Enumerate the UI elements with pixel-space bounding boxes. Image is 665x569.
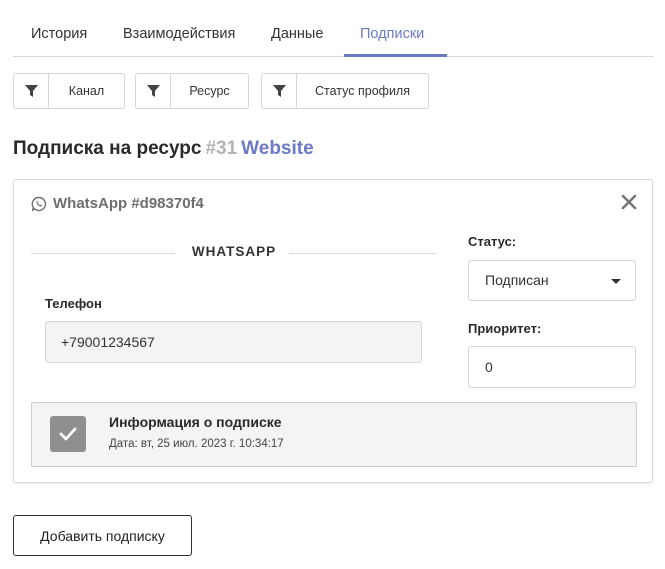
filter-resource-button[interactable]: Ресурс	[135, 73, 249, 109]
page-title-text: Подписка на ресурс	[13, 138, 202, 159]
filter-channel-label: Канал	[68, 84, 105, 98]
section-title: WHATSAPP	[191, 244, 277, 259]
page-title: Подписка на ресурс #31 Website	[13, 138, 314, 160]
filter-resource-label: Ресурс	[189, 84, 230, 98]
caret-down-icon	[611, 279, 621, 284]
resource-number: #31	[205, 138, 238, 159]
phone-label: Телефон	[45, 296, 102, 311]
tab-bar: История Взаимодействия Данные Подписки	[13, 14, 654, 57]
resource-link[interactable]: Website	[241, 138, 314, 159]
filter-icon	[262, 74, 297, 108]
filter-profile-status-label: Статус профиля	[315, 84, 410, 98]
priority-field[interactable]: 0	[468, 346, 636, 388]
divider-line-right	[289, 253, 437, 254]
active-tab-indicator	[344, 54, 447, 57]
info-title: Информация о подписке	[109, 414, 282, 430]
subscription-card: WhatsApp #d98370f4 WHATSAPP Телефон +790…	[13, 179, 653, 483]
tab-history[interactable]: История	[31, 26, 87, 42]
info-date: Дата: вт, 25 июл. 2023 г. 10:34:17	[109, 438, 284, 450]
subscription-info-box: Информация о подписке Дата: вт, 25 июл. …	[31, 402, 637, 467]
status-label: Статус:	[468, 234, 517, 249]
subscription-title: WhatsApp #d98370f4	[53, 195, 204, 212]
tab-subscriptions[interactable]: Подписки	[360, 26, 424, 42]
add-subscription-button[interactable]: Добавить подписку	[13, 515, 192, 556]
phone-field[interactable]: +79001234567	[45, 321, 422, 363]
status-select-value: Подписан	[485, 272, 549, 288]
filter-icon	[136, 74, 171, 108]
section-divider: WHATSAPP	[31, 243, 437, 263]
status-select[interactable]: Подписан	[468, 260, 636, 301]
checkmark-icon	[59, 427, 77, 441]
subscription-checkbox[interactable]	[50, 416, 86, 452]
filter-channel-button[interactable]: Канал	[13, 73, 125, 109]
close-icon[interactable]	[619, 192, 639, 212]
whatsapp-icon	[31, 196, 47, 212]
filter-icon	[14, 74, 49, 108]
subscription-card-title: WhatsApp #d98370f4	[31, 195, 204, 212]
filter-profile-status-button[interactable]: Статус профиля	[261, 73, 429, 109]
priority-label: Приоритет:	[468, 321, 542, 336]
tab-interactions[interactable]: Взаимодействия	[123, 26, 235, 42]
tab-data[interactable]: Данные	[271, 26, 323, 42]
